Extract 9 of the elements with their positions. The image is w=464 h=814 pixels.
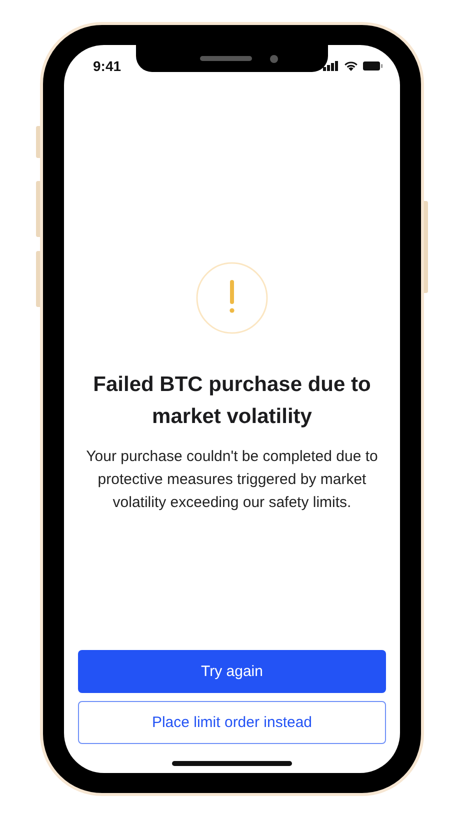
wifi-icon [344,61,358,71]
status-time: 9:41 [93,58,122,74]
warning-icon [196,262,268,334]
signal-icon [323,61,339,71]
try-again-button[interactable]: Try again [78,650,386,693]
battery-icon [363,61,383,71]
alert-message: Your purchase couldn't be completed due to protective measures triggered by market volatility exceeding our safety limits. [85,447,379,513]
limit-order-button[interactable]: Place limit order instead [78,701,386,744]
alert-title: Failed BTC purchase due to market volatility [92,372,372,430]
